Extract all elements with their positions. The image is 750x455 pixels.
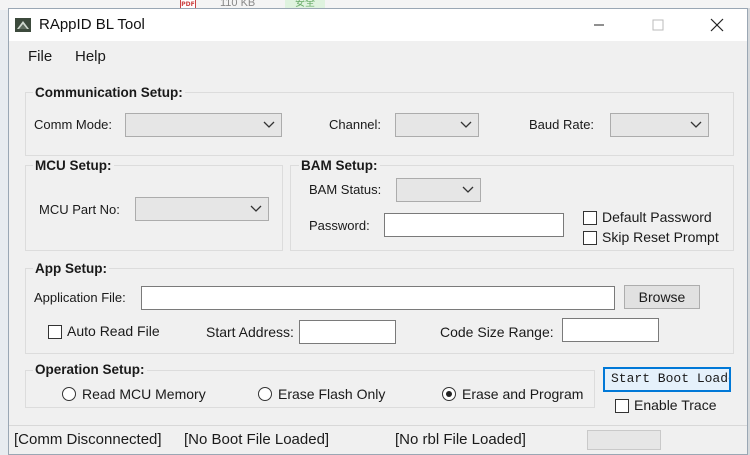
channel-label: Channel: [329, 117, 382, 132]
erase-and-program-label: Erase and Program [462, 386, 584, 402]
title-bar: RAppID BL Tool [9, 9, 747, 41]
chevron-down-icon [690, 121, 702, 128]
close-icon [710, 18, 724, 32]
chevron-down-icon [263, 121, 275, 128]
app-setup-title: App Setup: [33, 261, 109, 276]
bam-setup-title: BAM Setup: [299, 158, 380, 173]
bam-status-label: BAM Status: [309, 182, 382, 197]
browse-button[interactable]: Browse [624, 285, 700, 309]
skip-reset-prompt-checkbox[interactable] [583, 231, 597, 245]
application-file-input[interactable] [141, 286, 615, 310]
erase-and-program-radio[interactable] [442, 387, 456, 401]
minimize-button[interactable] [576, 9, 622, 41]
bam-status-dropdown[interactable] [396, 178, 481, 202]
code-size-range-label: Code Size Range: [440, 324, 554, 340]
default-password-checkbox[interactable] [583, 211, 597, 225]
comm-mode-label: Comm Mode: [34, 117, 113, 132]
maximize-icon [652, 19, 664, 31]
erase-flash-only-radio[interactable] [258, 387, 272, 401]
minimize-icon [594, 24, 604, 26]
default-password-label: Default Password [602, 209, 712, 225]
mcu-part-no-dropdown[interactable] [135, 197, 269, 221]
mcu-setup-title: MCU Setup: [33, 158, 114, 173]
auto-read-file-checkbox[interactable] [48, 325, 62, 339]
auto-read-file-label: Auto Read File [67, 323, 160, 339]
window-title: RAppID BL Tool [39, 16, 145, 33]
operation-setup-title: Operation Setup: [33, 362, 147, 377]
mcu-part-no-label: MCU Part No: [39, 202, 120, 217]
baud-rate-label: Baud Rate: [529, 117, 595, 132]
comm-mode-dropdown[interactable] [125, 113, 282, 137]
chevron-down-icon [462, 186, 474, 193]
application-file-label: Application File: [34, 290, 126, 305]
code-size-range-input[interactable] [562, 318, 659, 342]
start-boot-loader-button[interactable]: Start Boot Loader [603, 367, 731, 392]
status-progress-box [587, 430, 661, 450]
app-icon [15, 18, 31, 32]
chevron-down-icon [460, 121, 472, 128]
chevron-down-icon [250, 205, 262, 212]
menu-help[interactable]: Help [75, 48, 106, 65]
erase-flash-only-label: Erase Flash Only [278, 386, 386, 402]
baud-rate-dropdown[interactable] [610, 113, 709, 137]
status-boot-file: [No Boot File Loaded] [184, 431, 330, 448]
status-bar-divider [9, 425, 747, 426]
app-window: RAppID BL Tool File Help Communication S… [8, 8, 748, 455]
close-button[interactable] [694, 9, 740, 41]
skip-reset-prompt-label: Skip Reset Prompt [602, 229, 719, 245]
enable-trace-label: Enable Trace [634, 397, 717, 413]
read-mcu-memory-radio[interactable] [62, 387, 76, 401]
start-address-label: Start Address: [206, 324, 294, 340]
status-comm: [Comm Disconnected] [14, 431, 162, 448]
menu-file[interactable]: File [28, 48, 52, 65]
maximize-button[interactable] [635, 9, 681, 41]
menu-bar: File Help [9, 41, 747, 71]
password-input[interactable] [384, 213, 564, 237]
password-label: Password: [309, 218, 370, 233]
read-mcu-memory-label: Read MCU Memory [82, 386, 206, 402]
channel-dropdown[interactable] [395, 113, 479, 137]
start-address-input[interactable] [299, 320, 396, 344]
communication-setup-title: Communication Setup: [33, 85, 185, 100]
enable-trace-checkbox[interactable] [615, 399, 629, 413]
status-rbl-file: [No rbl File Loaded] [395, 431, 526, 448]
